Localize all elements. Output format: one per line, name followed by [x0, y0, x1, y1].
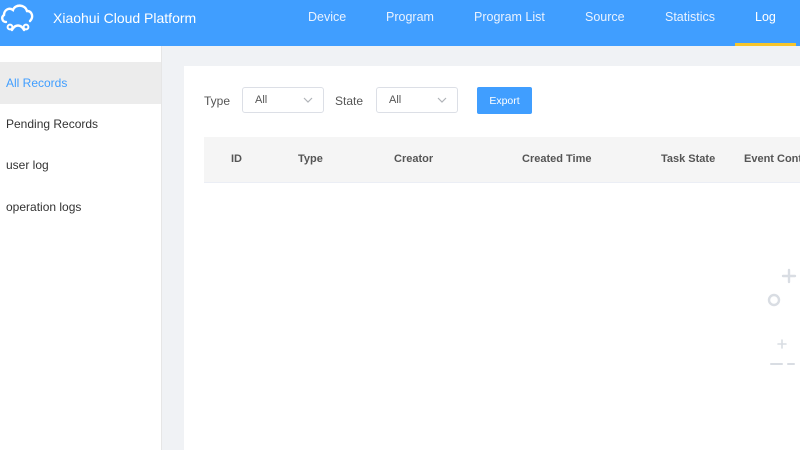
nav-item-device[interactable]: Device — [308, 0, 346, 46]
sidebar-item-operation-logs[interactable]: operation logs — [0, 186, 161, 228]
column-header-event-content: Event Cont — [744, 153, 800, 165]
nav-item-program-list[interactable]: Program List — [474, 0, 545, 46]
export-button[interactable]: Export — [477, 87, 532, 114]
records-panel: Type All State All Export ID Type Creato… — [184, 66, 800, 450]
column-header-task-state: Task State — [661, 153, 716, 165]
sidebar-item-all-records[interactable]: All Records — [0, 62, 161, 104]
chevron-down-icon — [437, 97, 447, 103]
state-filter-label: State — [335, 94, 364, 108]
sidebar-item-pending-records[interactable]: Pending Records — [0, 103, 161, 145]
state-select-value: All — [389, 94, 402, 106]
state-select[interactable]: All — [376, 87, 458, 113]
type-filter-label: Type — [204, 94, 231, 108]
nav-active-indicator — [735, 43, 796, 46]
sidebar-item-user-log[interactable]: user log — [0, 144, 161, 186]
nav-item-statistics[interactable]: Statistics — [665, 0, 715, 46]
type-select-value: All — [255, 94, 268, 106]
nav-item-program[interactable]: Program — [386, 0, 434, 46]
top-header: Xiaohui Cloud Platform Device Program Pr… — [0, 0, 800, 46]
main-nav: Device Program Program List Source Stati… — [0, 0, 800, 46]
nav-item-log[interactable]: Log — [755, 0, 776, 46]
column-header-creator: Creator — [394, 153, 434, 165]
column-header-id: ID — [231, 153, 242, 165]
type-select[interactable]: All — [242, 87, 324, 113]
nav-item-source[interactable]: Source — [585, 0, 625, 46]
chevron-down-icon — [303, 97, 313, 103]
table-header: ID Type Creator Created Time Task State … — [204, 137, 800, 183]
column-header-created-time: Created Time — [522, 153, 592, 165]
sidebar: All Records Pending Records user log ope… — [0, 46, 162, 450]
empty-data-icon — [767, 268, 797, 365]
column-header-type: Type — [298, 153, 323, 165]
